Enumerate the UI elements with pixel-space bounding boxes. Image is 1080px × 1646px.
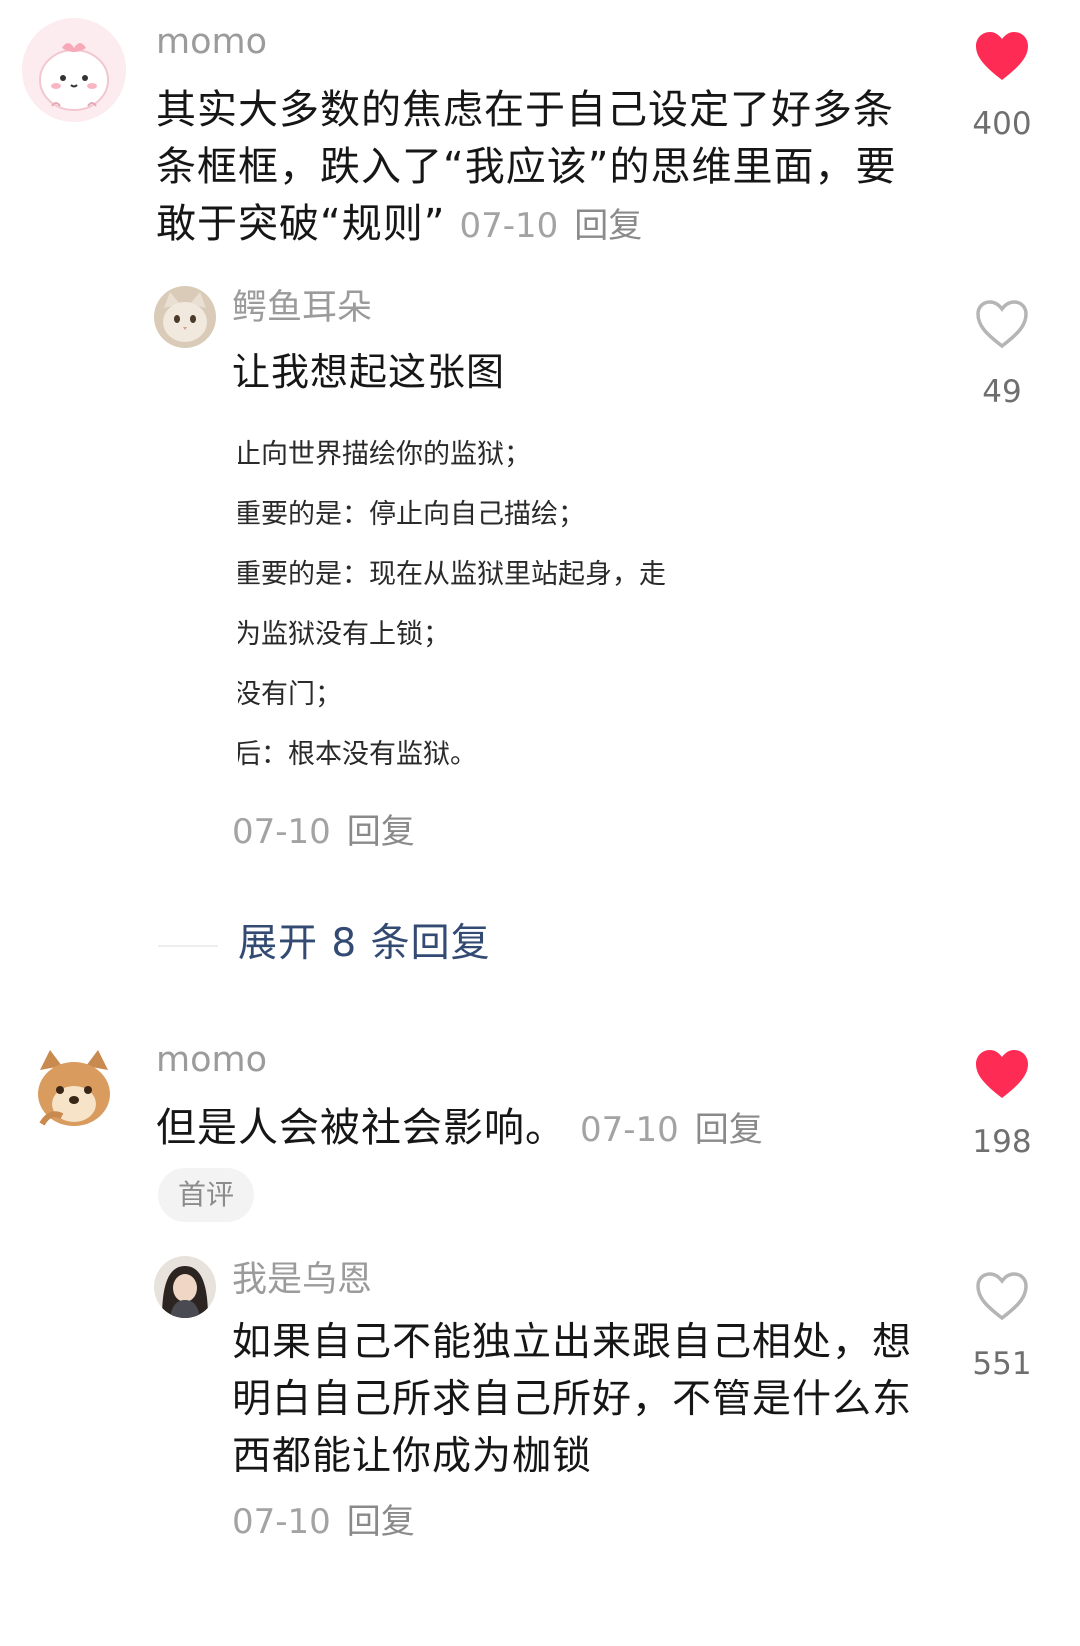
quote-line: 为监狱没有上锁；: [238, 619, 450, 650]
like-button[interactable]: 551: [962, 1270, 1042, 1384]
quoted-image[interactable]: 止向世界描绘你的监狱； 重要的是：停止向自己描绘； 重要的是：现在从监狱里站起身…: [238, 420, 758, 800]
comment-meta: 07-10 回复: [580, 1110, 763, 1150]
girl-avatar-icon: [154, 1256, 216, 1318]
quote-line: 重要的是：停止向自己描绘；: [238, 499, 585, 530]
expand-replies-button[interactable]: 展开 8 条回复: [238, 920, 491, 968]
like-count: 198: [972, 1124, 1032, 1160]
pink-blob-avatar-icon: [22, 18, 126, 122]
like-count: 400: [972, 106, 1032, 142]
like-count: 49: [982, 374, 1022, 410]
avatar[interactable]: [154, 286, 216, 348]
heart-outline-icon: [976, 300, 1028, 349]
reply-button[interactable]: 回复: [695, 1110, 763, 1150]
like-button[interactable]: 198: [962, 1048, 1042, 1162]
reply-date: 07-10: [232, 1502, 331, 1542]
divider: [158, 945, 218, 947]
comment-username[interactable]: momo: [156, 1038, 267, 1082]
comment-date: 07-10: [459, 206, 559, 246]
quote-line: 后：根本没有监狱。: [238, 739, 477, 770]
reply-button[interactable]: 回复: [347, 812, 415, 852]
quote-line: 没有门；: [238, 679, 342, 710]
comment-text: 其实大多数的焦虑在于自己设定了好多条条框框，跌入了“我应该”的思维里面，要敢于突…: [156, 82, 916, 255]
reply-username[interactable]: 鳄鱼耳朵: [232, 286, 372, 330]
comment-text: 但是人会被社会影响。 07-10 回复: [156, 1100, 916, 1159]
reply-date: 07-10: [232, 812, 331, 852]
first-comment-badge: 首评: [158, 1168, 254, 1222]
like-button[interactable]: 49: [962, 298, 1042, 412]
avatar[interactable]: [22, 1036, 126, 1140]
heart-filled-icon: [976, 1050, 1028, 1098]
reply-text: 让我想起这张图: [232, 350, 506, 394]
like-button[interactable]: 400: [962, 30, 1042, 144]
heart-outline-icon: [976, 1272, 1028, 1321]
reply-button[interactable]: 回复: [574, 206, 642, 246]
comment-meta: 07-10 回复: [459, 206, 642, 246]
heart-filled-icon: [976, 32, 1028, 80]
reply-meta: 07-10 回复: [232, 1500, 415, 1544]
quote-line: 重要的是：现在从监狱里站起身，走: [238, 559, 666, 590]
reply-meta: 07-10 回复: [232, 810, 415, 854]
reply-text: 如果自己不能独立出来跟自己相处，想明白自己所求自己所好，不管是什么东西都能让你成…: [232, 1320, 913, 1479]
chipmunk-avatar-icon: [22, 1036, 126, 1140]
like-count: 551: [972, 1346, 1032, 1382]
avatar[interactable]: [154, 1256, 216, 1318]
avatar[interactable]: [22, 18, 126, 122]
cat-avatar-icon: [154, 286, 216, 348]
quote-line: 止向世界描绘你的监狱；: [238, 439, 531, 470]
comment-username[interactable]: momo: [156, 20, 267, 64]
comment-text-content: 但是人会被社会影响。: [156, 1105, 566, 1151]
reply-username[interactable]: 我是乌恩: [232, 1258, 372, 1302]
reply-button[interactable]: 回复: [347, 1502, 415, 1542]
comment-date: 07-10: [580, 1110, 679, 1150]
